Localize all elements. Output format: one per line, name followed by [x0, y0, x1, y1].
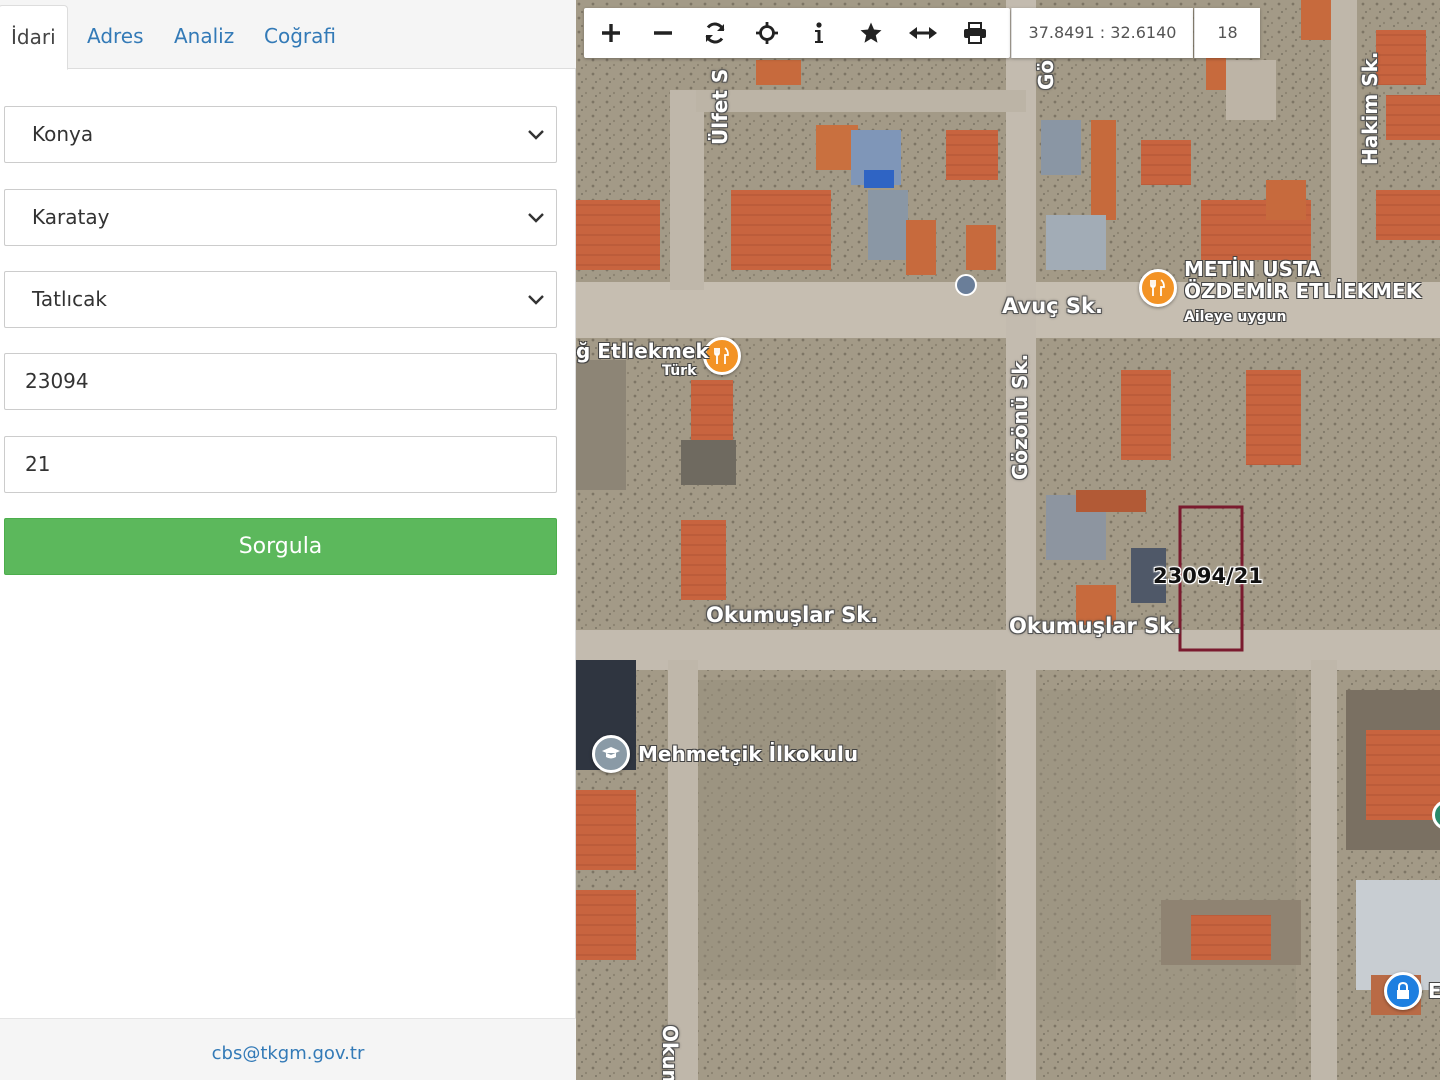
favorite-icon — [860, 22, 882, 43]
street-label-okum-bottom: Okum — [658, 1025, 682, 1080]
favorite-button[interactable] — [845, 8, 897, 58]
query-button[interactable]: Sorgula — [4, 518, 557, 575]
poi-name-school: Mehmetçik İlkokulu — [638, 742, 859, 766]
chevron-down-icon — [528, 295, 544, 305]
tab-cografi[interactable]: Coğrafi — [264, 5, 336, 69]
map-tools — [584, 8, 1010, 58]
app-root: İdari Adres Analiz Coğrafi Konya Karatay… — [0, 0, 1440, 1080]
tab-adres[interactable]: Adres — [87, 5, 144, 69]
locate-icon — [756, 22, 778, 44]
poi-subtitle: Aileye uygun — [1184, 309, 1287, 325]
tab-idari[interactable]: İdari — [0, 5, 68, 70]
info-button[interactable] — [793, 8, 845, 58]
street-label-ulfet: Ülfet S — [708, 68, 732, 145]
footer: cbs@tkgm.gov.tr — [0, 1018, 576, 1080]
map-toolbar: 37.8491 : 32.6140 18 — [584, 8, 1440, 58]
zoom-in-button[interactable] — [585, 8, 637, 58]
street-label-avuc: Avuç Sk. — [1002, 294, 1103, 318]
zoom-in-icon — [602, 24, 620, 42]
print-button[interactable] — [949, 8, 1001, 58]
poi-name-partial: E — [1428, 979, 1440, 1003]
parcel-input[interactable]: 21 — [4, 436, 557, 493]
zoom-level-readout: 18 — [1194, 8, 1260, 58]
block-input[interactable]: 23094 — [4, 353, 557, 410]
street-label-okumuslar-2: Okumuşlar Sk. — [1009, 614, 1182, 638]
refresh-button[interactable] — [689, 8, 741, 58]
panel-tabs: İdari Adres Analiz Coğrafi — [0, 0, 576, 70]
poi-subtitle: Türk — [662, 363, 697, 379]
poi-name-line2: ÖZDEMİR ETLİEKMEK — [1184, 279, 1422, 303]
satellite-imagery — [576, 0, 1440, 1080]
neighborhood-select[interactable]: Tatlıcak — [4, 271, 557, 328]
refresh-icon — [705, 22, 725, 44]
print-icon — [964, 22, 986, 44]
street-label-gozonu-top: Gö — [1034, 59, 1058, 90]
locate-button[interactable] — [741, 8, 793, 58]
query-panel: İdari Adres Analiz Coğrafi Konya Karatay… — [0, 0, 576, 1080]
district-value: Karatay — [32, 205, 110, 229]
province-select[interactable]: Konya — [4, 106, 557, 163]
zoom-out-icon — [654, 31, 672, 35]
poi-name-metin-usta: METİN USTA ÖZDEMİR ETLİEKMEK — [1184, 258, 1421, 302]
chevron-down-icon — [528, 213, 544, 223]
street-label-gozonu: Gözönü Sk. — [1008, 353, 1032, 480]
lock-icon[interactable] — [1384, 972, 1422, 1010]
parcel-label: 23094/21 — [1153, 564, 1263, 588]
street-label-hakim: Hakim Sk. — [1358, 51, 1382, 166]
bus-stop-icon[interactable] — [955, 274, 977, 296]
street-label-okumuslar-1: Okumuşlar Sk. — [706, 603, 879, 627]
tab-analiz[interactable]: Analiz — [174, 5, 234, 69]
poi-name-etliekmek: ğ Etliekmek — [576, 339, 709, 363]
neighborhood-value: Tatlıcak — [32, 287, 107, 311]
measure-button[interactable] — [897, 8, 949, 58]
district-select[interactable]: Karatay — [4, 189, 557, 246]
zoom-out-button[interactable] — [637, 8, 689, 58]
poi-name-line1: METİN USTA — [1184, 257, 1321, 281]
measure-icon — [909, 27, 937, 39]
info-icon — [815, 22, 823, 43]
contact-email-link[interactable]: cbs@tkgm.gov.tr — [212, 1043, 365, 1064]
province-value: Konya — [32, 122, 94, 146]
restaurant-icon[interactable] — [1139, 269, 1177, 307]
map-view[interactable]: Ülfet S Gö Hakim Sk. Avuç Sk. Gözönü Sk.… — [576, 0, 1440, 1080]
coordinates-readout: 37.8491 : 32.6140 — [1011, 8, 1193, 58]
school-icon[interactable] — [592, 735, 630, 773]
chevron-down-icon — [528, 130, 544, 140]
